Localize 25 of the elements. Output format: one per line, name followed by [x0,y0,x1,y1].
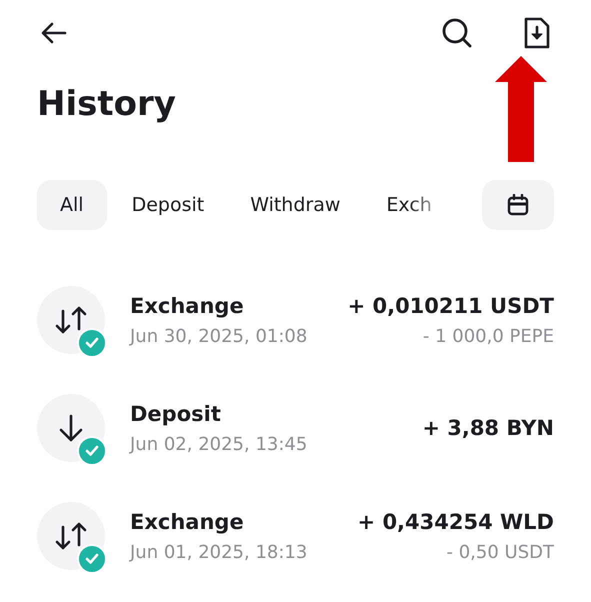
transaction-title: Deposit [130,402,222,426]
transaction-row[interactable]: Exchange Jun 30, 2025, 01:08 + 0,010211 USDT - 1 000,0 PEPE [37,266,554,374]
transaction-date: Jun 01, 2025, 18:13 [130,542,308,562]
filter-tab[interactable]: Withdraw [227,180,364,230]
exchange-arrows-icon [54,521,88,551]
page-title: History [37,84,177,124]
calendar-button[interactable] [482,180,554,230]
transaction-title: Exchange [130,510,245,534]
filter-tab[interactable]: Deposit [108,180,228,230]
filter-tab[interactable]: All [37,180,107,230]
transaction-amount: + 0,010211 USDT [348,294,554,318]
filter-tab[interactable]: Exch [363,180,438,230]
exchange-arrows-icon [54,305,88,335]
down-arrow-icon [58,413,84,443]
transaction-amount: + 3,88 BYN [422,416,554,440]
search-button[interactable] [440,16,474,50]
transaction-amount: + 0,434254 WLD [358,510,554,534]
transaction-title: Exchange [130,294,245,318]
transaction-debit: - 0,50 USDT [446,542,554,562]
transaction-date: Jun 02, 2025, 13:45 [130,434,308,454]
transaction-row[interactable]: Deposit Jun 02, 2025, 13:45 + 3,88 BYN [37,374,554,482]
calendar-icon [507,194,529,216]
transaction-row[interactable]: Exchange Jun 01, 2025, 18:13 + 0,434254 WLD - 0,50 USDT [37,482,554,590]
transaction-date: Jun 30, 2025, 01:08 [130,326,308,346]
transaction-debit: - 1 000,0 PEPE [422,326,554,346]
